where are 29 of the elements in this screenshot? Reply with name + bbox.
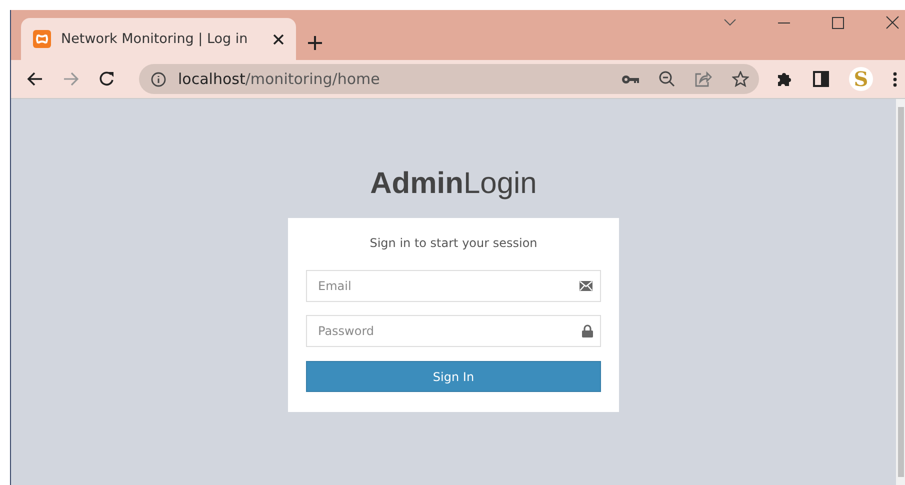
envelope-icon [579, 280, 593, 292]
tab-search-icon[interactable] [724, 19, 736, 26]
zoom-out-icon[interactable] [659, 71, 675, 87]
back-icon[interactable] [27, 72, 43, 86]
bookmark-star-icon[interactable] [732, 71, 749, 87]
close-icon[interactable] [886, 16, 899, 29]
url-text: localhost/monitoring/home [178, 70, 381, 88]
info-icon[interactable] [151, 72, 166, 86]
more-menu-icon[interactable] [893, 72, 897, 86]
login-message: Sign in to start your session [368, 236, 538, 250]
password-field[interactable]: Password [306, 315, 601, 347]
address-bar[interactable]: localhost/monitoring/home [139, 64, 759, 94]
email-field[interactable]: Email [306, 270, 601, 302]
minimize-icon[interactable] [778, 22, 790, 24]
tab-title: Network Monitoring | Log in [61, 31, 249, 47]
scrollbar[interactable] [896, 99, 905, 485]
sign-in-button[interactable]: Sign In [306, 361, 601, 392]
key-icon[interactable] [622, 74, 639, 84]
app-logo-icon [33, 30, 51, 48]
side-panel-icon[interactable] [813, 71, 829, 87]
new-tab-icon[interactable] [308, 36, 322, 50]
puzzle-piece-icon[interactable] [777, 71, 793, 87]
close-tab-icon[interactable] [273, 34, 284, 44]
browser-tab[interactable]: Network Monitoring | Log in [21, 18, 296, 60]
page-heading: AdminLogin [370, 167, 537, 201]
lock-icon [582, 324, 593, 338]
share-icon[interactable] [695, 71, 712, 87]
maximize-icon[interactable] [832, 16, 844, 28]
reload-icon[interactable] [99, 71, 115, 87]
